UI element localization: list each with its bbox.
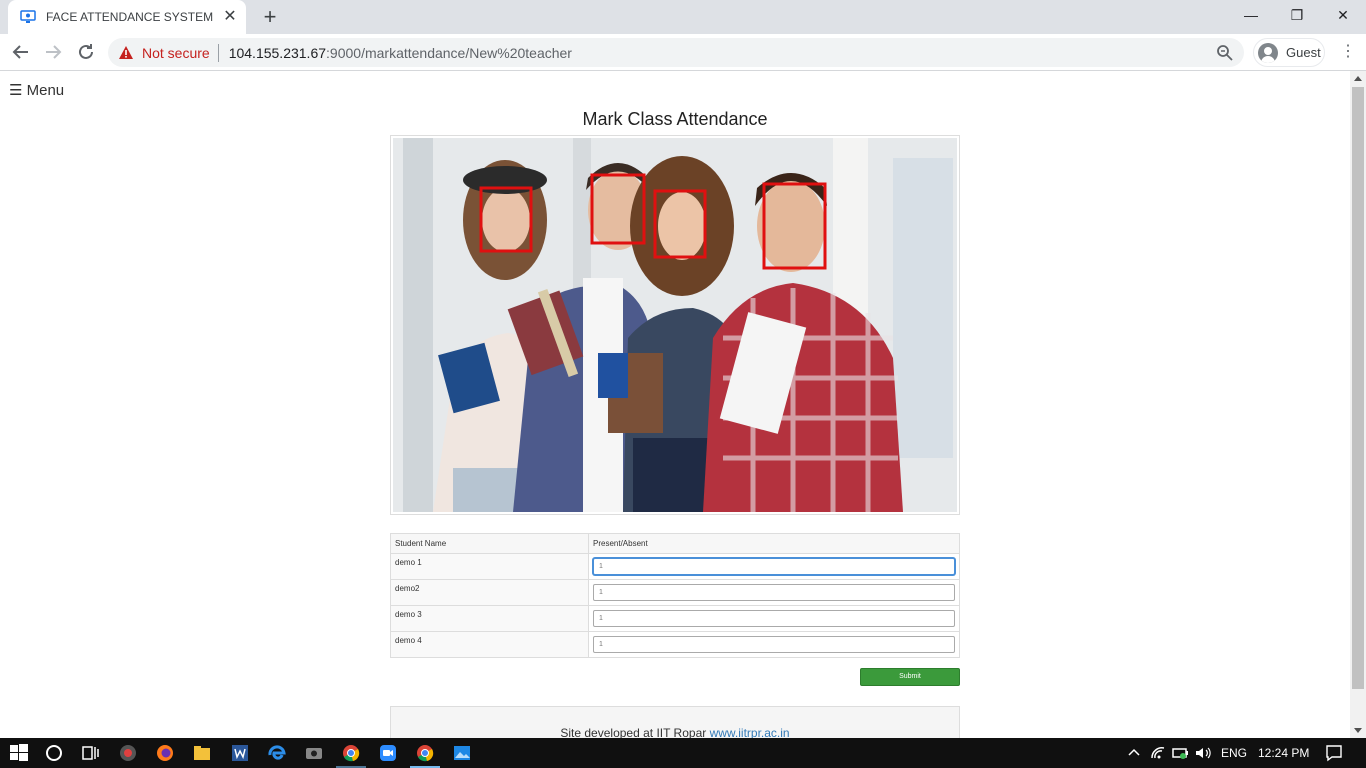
- column-header-student-name: Student Name: [390, 533, 589, 554]
- url-path: :9000/markattendance/New%20teacher: [326, 44, 572, 61]
- attendance-table: Student Name Present/Absent demo 1 demo2…: [390, 533, 960, 658]
- url-host: 104.155.231.67: [228, 44, 327, 61]
- profile-button[interactable]: Guest: [1253, 38, 1325, 67]
- browser-tab[interactable]: FACE ATTENDANCE SYSTEM ✕: [8, 0, 246, 34]
- minimize-button[interactable]: —: [1228, 0, 1274, 30]
- table-row: demo 1: [390, 553, 960, 580]
- attendance-input[interactable]: [593, 636, 955, 653]
- notification-icon[interactable]: [1324, 743, 1344, 763]
- new-tab-button[interactable]: +: [258, 6, 282, 30]
- restore-button[interactable]: ❐: [1274, 0, 1320, 30]
- firefox-icon[interactable]: [155, 743, 175, 763]
- browser-titlebar: FACE ATTENDANCE SYSTEM ✕ + — ❐ ✕: [0, 0, 1366, 34]
- chrome-active-icon[interactable]: [415, 743, 435, 763]
- monitor-icon: [20, 10, 36, 23]
- profile-label: Guest: [1286, 45, 1321, 60]
- security-label[interactable]: Not secure: [142, 45, 210, 61]
- back-button[interactable]: [9, 40, 33, 64]
- class-photo-frame: [390, 135, 960, 515]
- volume-icon[interactable]: [1193, 743, 1213, 763]
- attendance-input[interactable]: [593, 584, 955, 601]
- student-name: demo2: [390, 579, 589, 606]
- table-row: demo2: [390, 579, 960, 606]
- students-photo-illustration: [393, 138, 957, 512]
- student-name: demo 3: [390, 605, 589, 632]
- camera-icon[interactable]: [304, 743, 324, 763]
- class-photo: [393, 138, 957, 512]
- photos-icon[interactable]: [452, 743, 472, 763]
- back-arrow-icon: [12, 45, 28, 59]
- page-content: ☰ Menu Mark Class Attendance Student Nam…: [0, 71, 1350, 738]
- column-header-present-absent: Present/Absent: [588, 533, 960, 554]
- taskbar: ENG 12:24 PM: [0, 738, 1366, 768]
- media-player-icon[interactable]: [118, 743, 138, 763]
- warning-icon: [119, 45, 133, 59]
- task-view-icon[interactable]: [80, 743, 100, 763]
- submit-button[interactable]: Submit: [860, 668, 960, 686]
- scroll-up-icon[interactable]: [1354, 76, 1362, 81]
- battery-icon[interactable]: [1171, 743, 1191, 763]
- clock[interactable]: 12:24 PM: [1258, 738, 1309, 768]
- address-bar[interactable]: Not secure 104.155.231.67:9000/markatten…: [108, 38, 1244, 67]
- file-explorer-icon[interactable]: [192, 743, 212, 763]
- scrollbar-thumb[interactable]: [1352, 87, 1364, 689]
- student-name: demo 1: [390, 553, 589, 580]
- page-title: Mark Class Attendance: [582, 109, 768, 129]
- table-row: demo 4: [390, 631, 960, 658]
- browser-toolbar: Not secure 104.155.231.67:9000/markatten…: [0, 34, 1366, 71]
- menu-button[interactable]: ☰ Menu: [9, 81, 64, 99]
- windows-start-icon[interactable]: [9, 743, 29, 763]
- scroll-down-icon[interactable]: [1354, 728, 1362, 733]
- page-scrollbar[interactable]: [1350, 71, 1366, 738]
- word-icon[interactable]: [230, 743, 250, 763]
- edge-icon[interactable]: [267, 743, 287, 763]
- table-row: demo 3: [390, 605, 960, 632]
- search-icon[interactable]: [44, 743, 64, 763]
- forward-arrow-icon: [46, 45, 62, 59]
- attendance-input[interactable]: [593, 558, 955, 575]
- forward-button[interactable]: [41, 40, 65, 64]
- reload-button[interactable]: [74, 40, 98, 64]
- student-name: demo 4: [390, 631, 589, 658]
- footer-text: Site developed at IIT Ropar: [560, 726, 710, 738]
- attendance-input[interactable]: [593, 610, 955, 627]
- language-indicator[interactable]: ENG: [1221, 738, 1247, 768]
- wifi-icon[interactable]: [1148, 743, 1168, 763]
- tab-title: FACE ATTENDANCE SYSTEM: [46, 10, 214, 24]
- avatar-icon: [1258, 42, 1278, 63]
- footer-link[interactable]: www.iitrpr.ac.in: [710, 726, 790, 738]
- divider: [217, 43, 219, 62]
- reload-icon: [79, 44, 93, 59]
- close-tab-icon[interactable]: ✕: [222, 9, 238, 25]
- zoom-app-icon[interactable]: [378, 743, 398, 763]
- close-window-button[interactable]: ✕: [1320, 0, 1366, 30]
- footer: Site developed at IIT Ropar www.iitrpr.a…: [390, 706, 960, 738]
- zoom-icon[interactable]: [1216, 44, 1234, 62]
- chevron-up-icon[interactable]: [1124, 743, 1144, 763]
- more-options-icon[interactable]: ⋮: [1338, 42, 1358, 62]
- chrome-icon[interactable]: [341, 743, 361, 763]
